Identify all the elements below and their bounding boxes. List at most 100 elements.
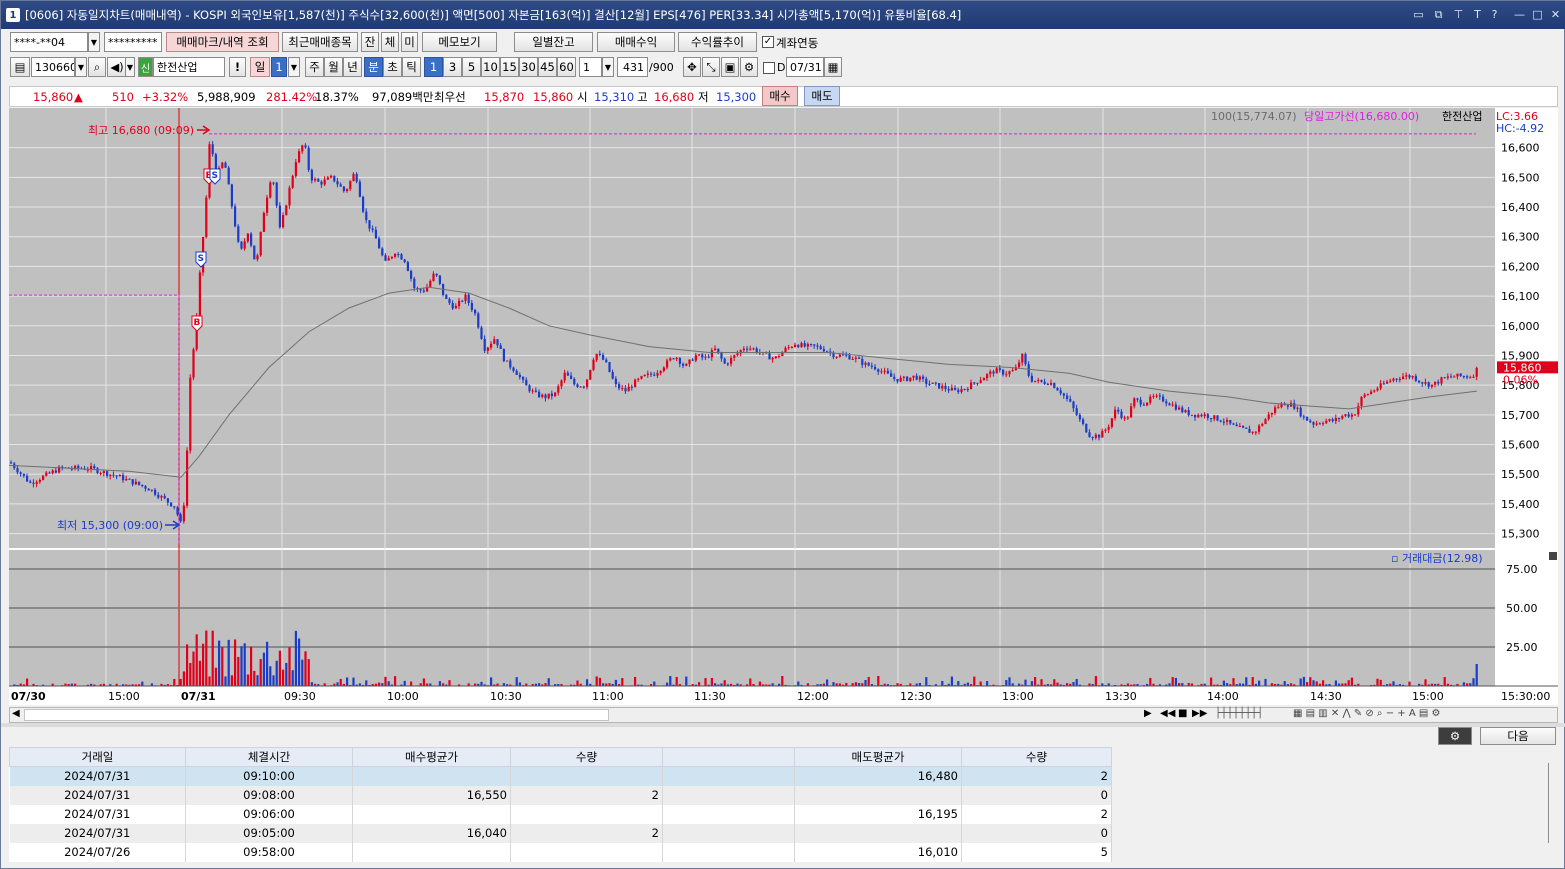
settings-icon[interactable]: ⚙ <box>740 57 758 77</box>
step-input[interactable]: 1 <box>579 57 602 77</box>
next-button[interactable]: 다음 <box>1480 727 1556 745</box>
scroll-right-icon[interactable]: ▶ <box>1144 708 1152 719</box>
account-dropdown-icon[interactable]: ▼ <box>88 32 100 52</box>
candle-body <box>1002 369 1005 375</box>
col-fill-time[interactable]: 체결시간 <box>185 747 353 767</box>
interval-15-button[interactable]: 15 <box>500 57 519 77</box>
table-row[interactable]: 2024/07/31 09:05:00 16,040 2 0 <box>9 823 1112 843</box>
return-trend-button[interactable]: 수익률추이 <box>678 32 757 52</box>
col-buy-qty[interactable]: 수량 <box>510 747 663 767</box>
minimize-icon[interactable]: — <box>1512 7 1527 22</box>
table-row[interactable]: 2024/07/31 09:06:00 16,195 2 <box>9 804 1112 824</box>
count-input[interactable]: 431 <box>617 57 648 77</box>
pin-icon[interactable]: ⊤ <box>1451 7 1466 22</box>
period-day-button[interactable]: 일 <box>250 57 270 77</box>
speaker-icon[interactable]: ◀) <box>107 57 127 77</box>
trade-profit-button[interactable]: 매매수익 <box>597 32 675 52</box>
sell-button[interactable]: 매도 <box>804 86 840 106</box>
filled-button[interactable]: 체 <box>381 32 399 52</box>
warning-icon[interactable]: ! <box>229 57 246 77</box>
fast-forward-icon[interactable]: ▶▶ <box>1192 708 1207 719</box>
col-sell-qty[interactable]: 수량 <box>961 747 1112 767</box>
trade-mark-query-button[interactable]: 매매마크/내역 조회 <box>166 32 279 52</box>
crosshair-tool-icon[interactable]: ✥ <box>683 57 701 77</box>
search-icon[interactable]: ⌕ <box>88 57 106 77</box>
chart-svg[interactable]: 16,600 16,500 16,400 16,300 16,200 16,100 16,0… <box>9 108 1558 705</box>
interval-3-button[interactable]: 3 <box>443 57 462 77</box>
period-number-field[interactable]: 1 <box>271 57 287 77</box>
volume-bar <box>1258 680 1261 686</box>
symbol-list-icon[interactable]: ▤ <box>10 57 30 77</box>
interval-45-button[interactable]: 45 <box>538 57 557 77</box>
password-input[interactable]: ********* <box>104 32 162 52</box>
chart-scrollbar[interactable]: ◀ ▶ ◀◀ ■ ▶▶ ├┼┼┼┼┼┼┤ ▦ ▤ ▥ ✕ ⋀ ✎ ⊘ ⌕ − +… <box>9 707 1558 723</box>
gear-icon[interactable]: ⚙ <box>1438 727 1472 745</box>
panel-splitter[interactable] <box>1 723 1565 727</box>
interval-60-button[interactable]: 60 <box>557 57 576 77</box>
candle-body <box>1059 390 1062 394</box>
window-copy-icon[interactable]: ⧉ <box>1431 7 1446 22</box>
table-row[interactable]: 2024/07/31 09:10:00 16,480 2 <box>9 766 1112 786</box>
interval-1-button[interactable]: 1 <box>424 57 443 77</box>
candle-body <box>1162 396 1165 402</box>
memo-view-button[interactable]: 메모보기 <box>422 32 497 52</box>
table-row[interactable]: 2024/07/26 09:58:00 16,010 5 <box>9 842 1112 862</box>
candle-body <box>570 375 573 379</box>
candle-body <box>861 358 864 365</box>
zoom-slider-icon[interactable]: ├┼┼┼┼┼┼┤ <box>1215 708 1263 719</box>
daily-balance-button[interactable]: 일별잔고 <box>514 32 593 52</box>
step-dropdown-icon[interactable]: ▼ <box>602 57 614 77</box>
grid-scrollbar[interactable] <box>1548 763 1554 843</box>
font-icon[interactable]: T <box>1470 7 1485 22</box>
interval-10-button[interactable]: 10 <box>481 57 500 77</box>
recent-trade-items-button[interactable]: 최근매매종목 <box>282 32 358 52</box>
speaker-dropdown-icon[interactable]: ▼ <box>125 57 135 77</box>
help-icon[interactable]: ? <box>1487 7 1502 22</box>
symbol-dropdown-icon[interactable]: ▼ <box>75 57 87 77</box>
chart-tools-icon[interactable]: ▦ ▤ ▥ ✕ ⋀ ✎ ⊘ ⌕ − + A ▤ ⚙ <box>1293 708 1440 719</box>
table-row[interactable]: 2024/07/31 09:08:00 16,550 2 0 <box>9 785 1112 805</box>
period-dropdown-icon[interactable]: ▼ <box>288 57 300 77</box>
stop-icon[interactable]: ■ <box>1178 708 1187 719</box>
date-input[interactable]: 07/31 <box>786 57 824 77</box>
buy-button[interactable]: 매수 <box>762 86 798 106</box>
period-week-button[interactable]: 주 <box>305 57 324 77</box>
unfilled-button[interactable]: 미 <box>401 32 418 52</box>
save-icon[interactable]: ▣ <box>721 57 739 77</box>
maximize-icon[interactable]: □ <box>1530 7 1545 22</box>
rewind-icon[interactable]: ◀◀ <box>1160 708 1175 719</box>
symbol-code-input[interactable]: 130660 <box>31 57 75 77</box>
window-layout-icon[interactable]: ▭ <box>1411 7 1426 22</box>
interval-5-button[interactable]: 5 <box>462 57 481 77</box>
scroll-thumb[interactable] <box>24 709 609 721</box>
col-blank[interactable] <box>662 747 795 767</box>
candle-body <box>330 175 333 178</box>
col-trade-date[interactable]: 거래일 <box>9 747 186 767</box>
date-checkbox[interactable] <box>763 62 775 74</box>
calendar-icon[interactable]: ▦ <box>824 57 842 77</box>
col-buy-avg[interactable]: 매수평균가 <box>352 747 511 767</box>
volume-bar <box>758 681 761 686</box>
candle-body <box>490 343 493 348</box>
candle-body <box>640 376 643 379</box>
account-link-checkbox[interactable]: ✓ <box>762 36 774 48</box>
close-icon[interactable]: ✕ <box>1548 7 1563 22</box>
scroll-left-icon[interactable]: ◀ <box>12 708 20 719</box>
candle-body <box>29 481 32 483</box>
col-sell-avg[interactable]: 매도평균가 <box>794 747 962 767</box>
period-tick-button[interactable]: 틱 <box>402 57 421 77</box>
period-year-button[interactable]: 년 <box>343 57 362 77</box>
balance-button[interactable]: 잔 <box>361 32 379 52</box>
period-minute-button[interactable]: 분 <box>364 57 383 77</box>
candle-body <box>339 184 342 187</box>
candlestick-chart[interactable]: 16,600 16,500 16,400 16,300 16,200 16,100 16,0… <box>9 108 1558 705</box>
volume-bar <box>269 666 272 686</box>
candle-body <box>1315 423 1318 425</box>
period-second-button[interactable]: 초 <box>383 57 402 77</box>
account-select[interactable]: ****-**04 <box>10 32 88 52</box>
interval-30-button[interactable]: 30 <box>519 57 538 77</box>
candle-body <box>166 498 169 503</box>
trend-tool-icon[interactable]: ⤡ <box>702 57 720 77</box>
candle-body <box>438 275 441 284</box>
period-month-button[interactable]: 월 <box>324 57 343 77</box>
